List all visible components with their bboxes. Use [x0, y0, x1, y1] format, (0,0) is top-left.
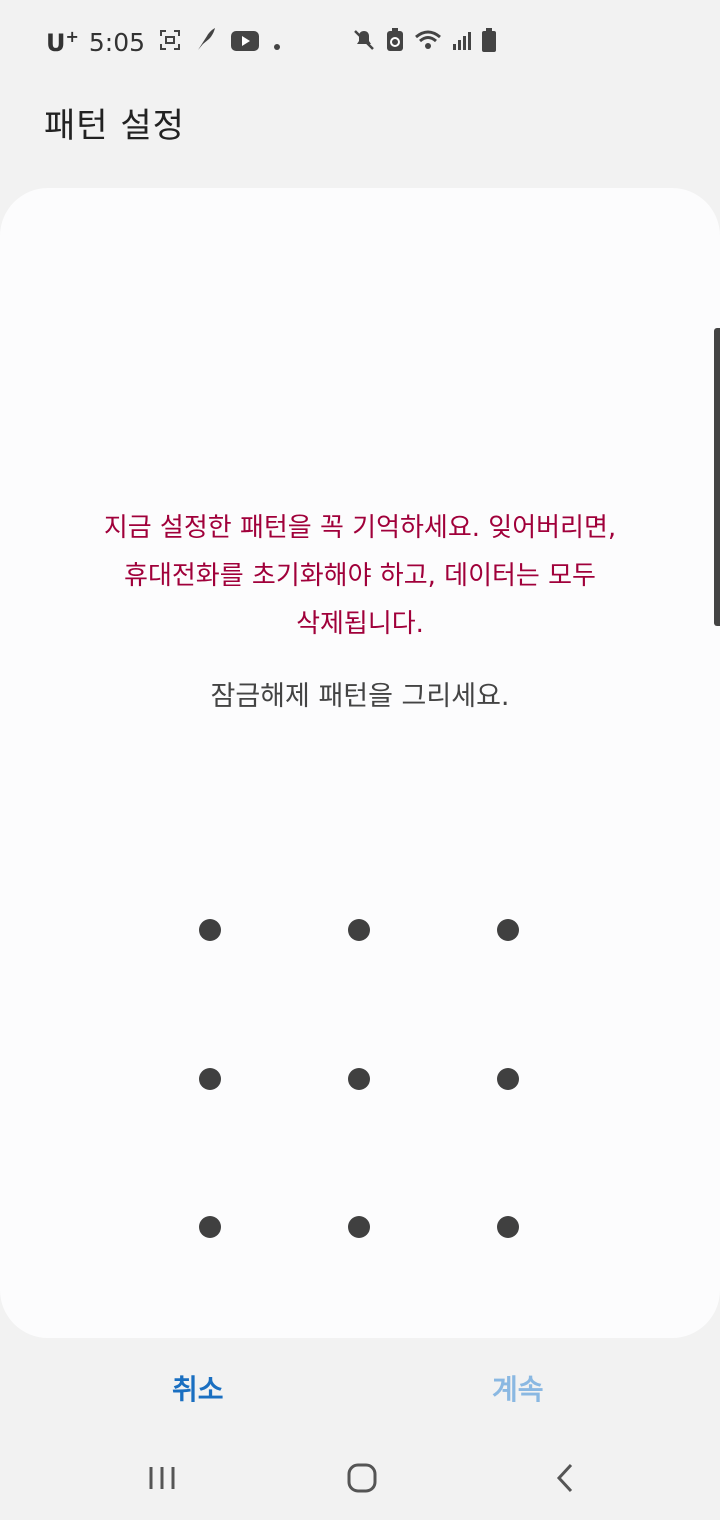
pattern-dot[interactable]	[348, 919, 370, 941]
page-title: 패턴 설정	[44, 106, 185, 146]
pattern-dot[interactable]	[199, 1068, 221, 1090]
pattern-dot[interactable]	[348, 1068, 370, 1090]
status-time: 5:05	[88, 27, 146, 57]
scrollbar[interactable]	[714, 328, 720, 626]
pattern-dot[interactable]	[199, 1216, 221, 1238]
pattern-card: 지금 설정한 패턴을 꼭 기억하세요. 잊어버리면, 휴대전화를 초기화해야 하…	[0, 188, 720, 1338]
youtube-icon	[231, 28, 260, 57]
continue-button[interactable]: 계속	[492, 1368, 544, 1408]
pattern-dot[interactable]	[199, 919, 221, 941]
warning-message: 지금 설정한 패턴을 꼭 기억하세요. 잊어버리면, 휴대전화를 초기화해야 하…	[103, 513, 617, 639]
back-icon[interactable]	[555, 1462, 575, 1498]
wifi-icon	[414, 29, 442, 55]
signal-icon	[452, 30, 472, 54]
pattern-dot[interactable]	[497, 919, 519, 941]
instruction-text: 잠금해제 패턴을 그리세요.	[210, 681, 510, 712]
status-bar: U+ 5:05	[0, 0, 720, 84]
pattern-dot[interactable]	[348, 1216, 370, 1238]
home-icon[interactable]	[347, 1463, 377, 1497]
battery-saver-icon	[386, 28, 404, 56]
carrier-label: U+	[46, 27, 79, 57]
pattern-dot[interactable]	[497, 1216, 519, 1238]
dot-icon	[273, 28, 281, 57]
screenshot-icon	[159, 28, 181, 57]
navigation-bar	[0, 1440, 720, 1520]
recent-apps-icon[interactable]	[148, 1464, 176, 1496]
feather-icon	[195, 26, 217, 58]
cancel-button[interactable]: 취소	[172, 1368, 224, 1408]
mute-icon	[352, 28, 376, 56]
pattern-dot[interactable]	[497, 1068, 519, 1090]
battery-icon	[482, 28, 496, 56]
